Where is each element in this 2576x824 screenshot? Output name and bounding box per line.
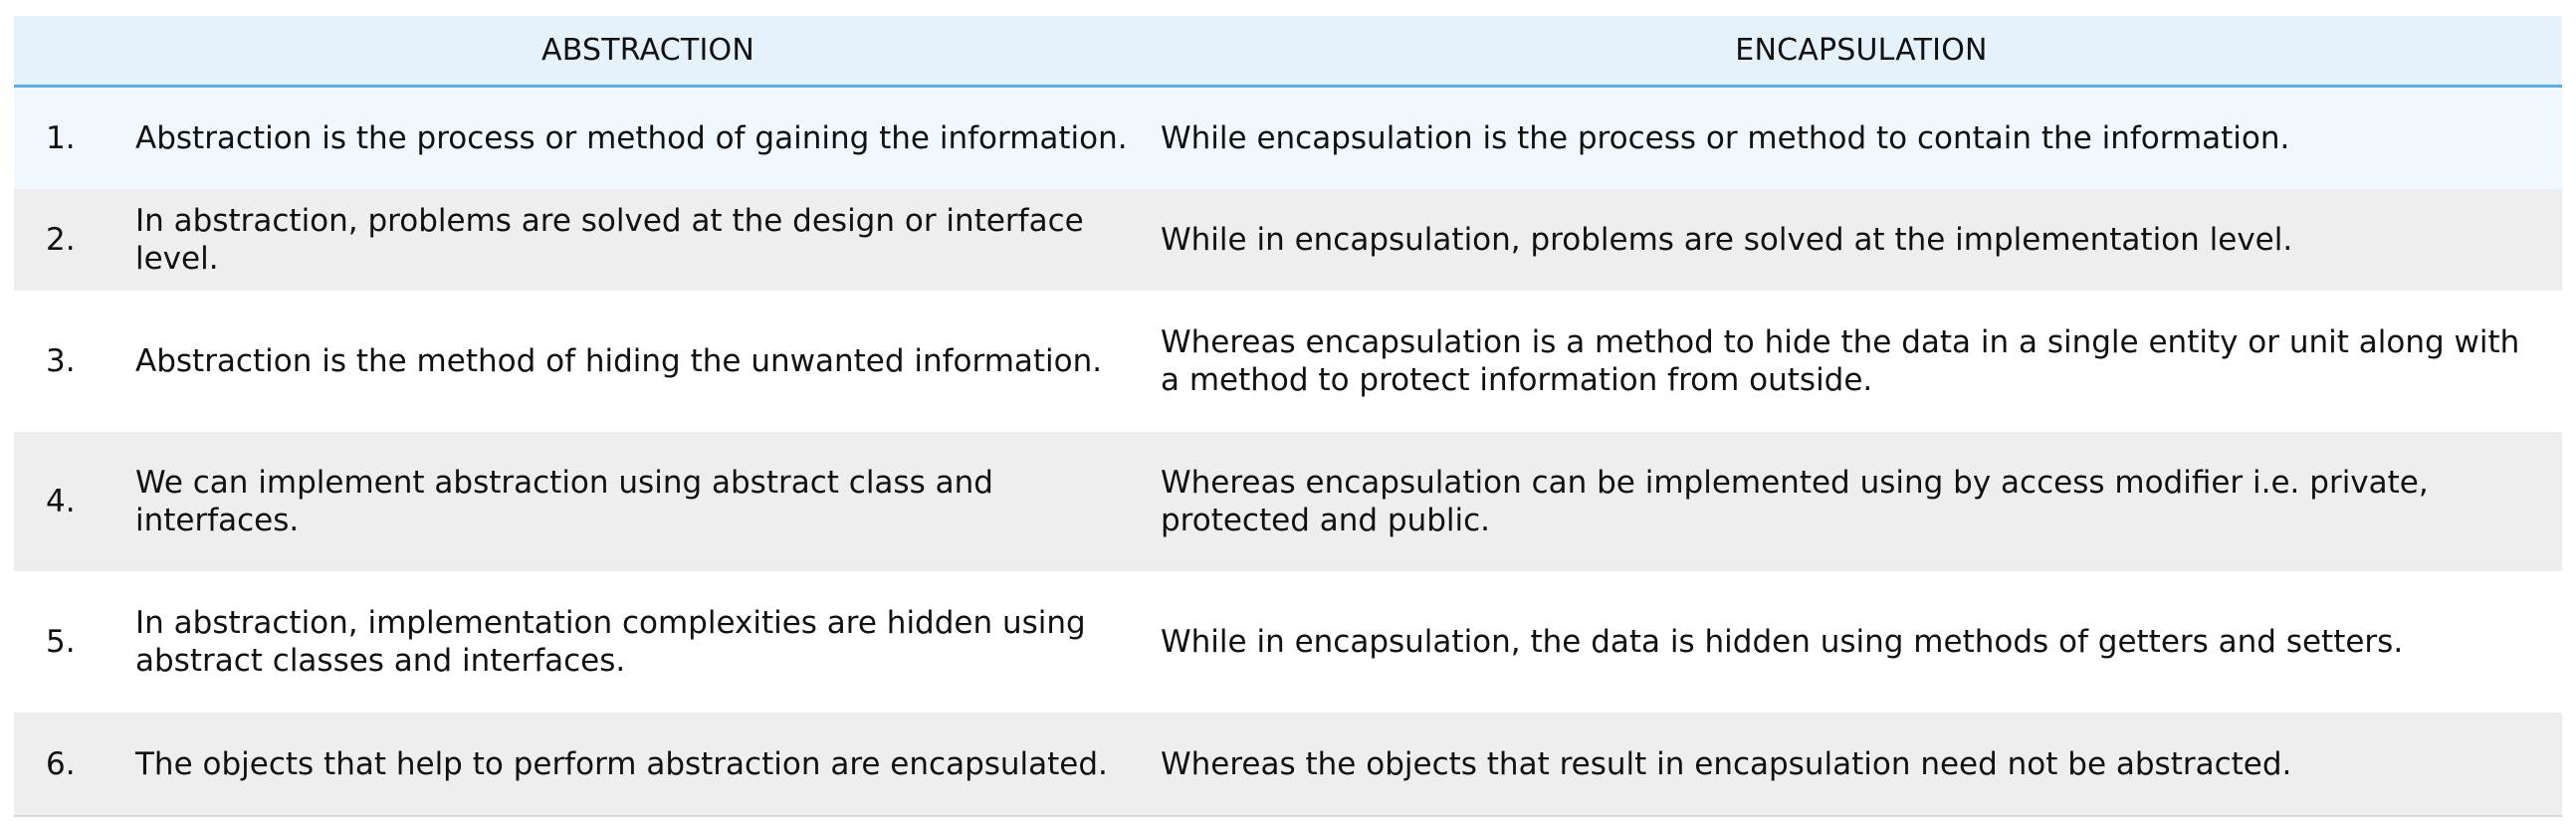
- comparison-table: ABSTRACTION ENCAPSULATION 1. Abstraction…: [14, 16, 2562, 817]
- table-row: 5. In abstraction, implementation comple…: [14, 571, 2562, 713]
- table-row: 2. In abstraction, problems are solved a…: [14, 189, 2562, 291]
- header-number-cell: [14, 16, 135, 86]
- encapsulation-cell: While encapsulation is the process or me…: [1161, 119, 2290, 156]
- table-row: 1. Abstraction is the process or method …: [14, 86, 2562, 189]
- abstraction-cell: We can implement abstraction using abstr…: [135, 465, 993, 538]
- encapsulation-cell: While in encapsulation, problems are sol…: [1161, 222, 2293, 258]
- table-body: 1. Abstraction is the process or method …: [14, 86, 2562, 816]
- header-encapsulation: ENCAPSULATION: [1735, 32, 1988, 68]
- comparison-table-container: ABSTRACTION ENCAPSULATION 1. Abstraction…: [14, 16, 2562, 817]
- encapsulation-cell: Whereas the objects that result in encap…: [1161, 745, 2292, 782]
- abstraction-cell: In abstraction, implementation complexit…: [135, 605, 1086, 679]
- header-row: ABSTRACTION ENCAPSULATION: [14, 16, 2562, 86]
- encapsulation-cell: Whereas encapsulation is a method to hid…: [1161, 324, 2520, 398]
- encapsulation-cell: Whereas encapsulation can be implemented…: [1161, 465, 2429, 538]
- table-row: 4. We can implement abstraction using ab…: [14, 432, 2562, 571]
- header-abstraction: ABSTRACTION: [541, 32, 754, 68]
- encapsulation-cell: While in encapsulation, the data is hidd…: [1161, 624, 2404, 660]
- abstraction-cell: Abstraction is the process or method of …: [135, 119, 1128, 156]
- table-row: 6. The objects that help to perform abst…: [14, 713, 2562, 816]
- row-number: 2.: [46, 222, 76, 258]
- row-number: 3.: [46, 343, 76, 379]
- table-header: ABSTRACTION ENCAPSULATION: [14, 16, 2562, 86]
- abstraction-cell: In abstraction, problems are solved at t…: [135, 203, 1084, 277]
- row-number: 1.: [46, 119, 76, 156]
- abstraction-cell: Abstraction is the method of hiding the …: [135, 343, 1103, 379]
- abstraction-cell: The objects that help to perform abstrac…: [135, 745, 1108, 782]
- row-number: 5.: [46, 624, 76, 660]
- row-number: 6.: [46, 745, 76, 782]
- table-row: 3. Abstraction is the method of hiding t…: [14, 291, 2562, 432]
- row-number: 4.: [46, 484, 76, 519]
